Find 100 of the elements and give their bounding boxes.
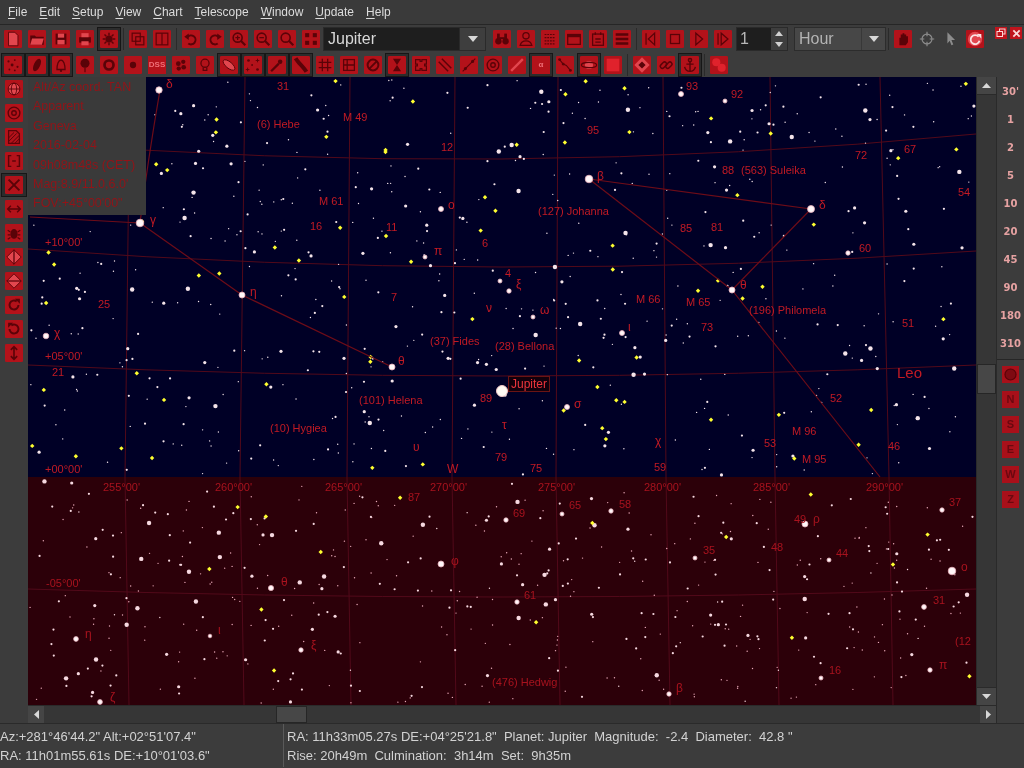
field-of-view-button[interactable]: 180 [997,301,1024,329]
slash-button[interactable] [505,53,529,77]
binoculars-button[interactable] [490,27,514,51]
menu-item[interactable]: Setup [66,0,110,24]
field-of-view-button[interactable]: 90 [997,273,1024,301]
field-of-view-button[interactable]: 5 [997,161,1024,189]
menu-item[interactable]: Telescope [188,0,255,24]
brackets-icon [5,152,23,170]
list-button[interactable] [538,27,562,51]
scroll-right-button[interactable] [980,706,996,723]
field-of-view-button[interactable]: 2 [997,133,1024,161]
rotate-left-icon [5,320,23,338]
star-number-label: 88 [722,164,735,176]
field-of-view-button[interactable]: 310 [997,329,1024,357]
grid-button[interactable] [313,53,337,77]
tilted-ellipse-button[interactable] [217,53,241,77]
scroll-down-button[interactable] [977,687,996,705]
planet-button[interactable] [577,53,601,77]
folder-button[interactable] [25,27,49,51]
calendar-button[interactable] [562,27,586,51]
step-spinbox[interactable]: 1 [736,27,788,51]
printer-button[interactable] [73,27,97,51]
no-sign-button[interactable] [361,53,385,77]
pin-button[interactable] [73,53,97,77]
menu-item[interactable]: Chart [147,0,189,24]
two-circles-button[interactable] [707,53,731,77]
band-button[interactable] [289,53,313,77]
constellation-label: Leo [897,364,923,380]
dropdown-caret-icon [868,36,879,42]
ellipse-button[interactable] [25,53,49,77]
comet-button[interactable] [265,53,289,77]
star-letter-label: θ [740,279,747,291]
person-button[interactable] [514,27,538,51]
planet-icon[interactable] [496,385,508,397]
menu-item[interactable]: File [2,0,34,24]
windows-button[interactable] [126,27,150,51]
scrollbar-thumb[interactable] [276,706,307,723]
step-forward-button[interactable] [711,27,735,51]
menu-item[interactable]: Window [254,0,310,24]
diamond-button[interactable] [630,53,654,77]
disc-button[interactable] [1002,366,1019,383]
anchor-button[interactable] [678,53,702,77]
field-of-view-button[interactable]: 45 [997,245,1024,273]
vertical-scrollbar[interactable] [976,77,996,705]
menu-item[interactable]: View [109,0,148,24]
dotted-path-button[interactable] [553,53,577,77]
menu-item[interactable]: Update [309,0,361,24]
menu-item[interactable]: Edit [33,0,67,24]
four-squares-button[interactable] [299,27,323,51]
close-window-button[interactable] [1010,27,1022,39]
field-of-view-button[interactable]: 20 [997,217,1024,245]
target-button[interactable] [481,53,505,77]
calendar-page-button[interactable] [586,27,610,51]
hand-button[interactable] [891,27,915,51]
square-button[interactable] [601,53,625,77]
scroll-left-button[interactable] [28,706,44,723]
cluster-button[interactable] [169,53,193,77]
dot-button[interactable] [121,53,145,77]
restore-window-button[interactable] [995,27,1007,39]
list-icon [541,30,559,48]
field-of-view-button[interactable]: 1 [997,105,1024,133]
bell-button[interactable] [49,53,73,77]
notched-square-button[interactable] [409,53,433,77]
redo-button[interactable] [203,27,227,51]
sparkle-button[interactable] [241,53,265,77]
stars-button[interactable] [1,53,25,77]
bulb-button[interactable] [193,53,217,77]
ring-button[interactable] [97,53,121,77]
gear-button[interactable] [97,27,121,51]
zoom-out-button[interactable] [251,27,275,51]
columns-button[interactable] [150,27,174,51]
calendar-icon [565,30,583,48]
play-button[interactable] [687,27,711,51]
document-button[interactable] [1,27,25,51]
diagonal-band-button[interactable] [433,53,457,77]
time-unit-dropdown[interactable]: Hour [794,27,886,51]
field-of-view-button[interactable]: 30' [997,77,1024,105]
rows-icon [613,30,631,48]
step-back-button[interactable] [639,27,663,51]
object-search-combobox[interactable]: Jupiter [323,27,486,51]
undo-button[interactable] [179,27,203,51]
cross-arrows-button[interactable] [1,173,27,197]
dotted-line-button[interactable] [457,53,481,77]
link-button[interactable] [654,53,678,77]
rows-button[interactable] [610,27,634,51]
search-button[interactable] [275,27,299,51]
field-of-view-button[interactable]: 10 [997,189,1024,217]
grid-coordinate-label: 275°00' [538,481,576,493]
stop-button[interactable] [663,27,687,51]
refresh-button[interactable] [963,27,987,51]
floppy-disk-button[interactable] [49,27,73,51]
menu-item[interactable]: Help [360,0,397,24]
selected-object-label[interactable]: Jupiter [508,376,551,392]
frame-button[interactable] [337,53,361,77]
star-number-label: 87 [408,491,421,503]
scroll-up-button[interactable] [977,77,996,95]
horizontal-scrollbar[interactable] [28,705,996,723]
zoom-in-button[interactable] [227,27,251,51]
scrollbar-thumb[interactable] [977,364,996,394]
hourglass-button[interactable] [385,53,409,77]
